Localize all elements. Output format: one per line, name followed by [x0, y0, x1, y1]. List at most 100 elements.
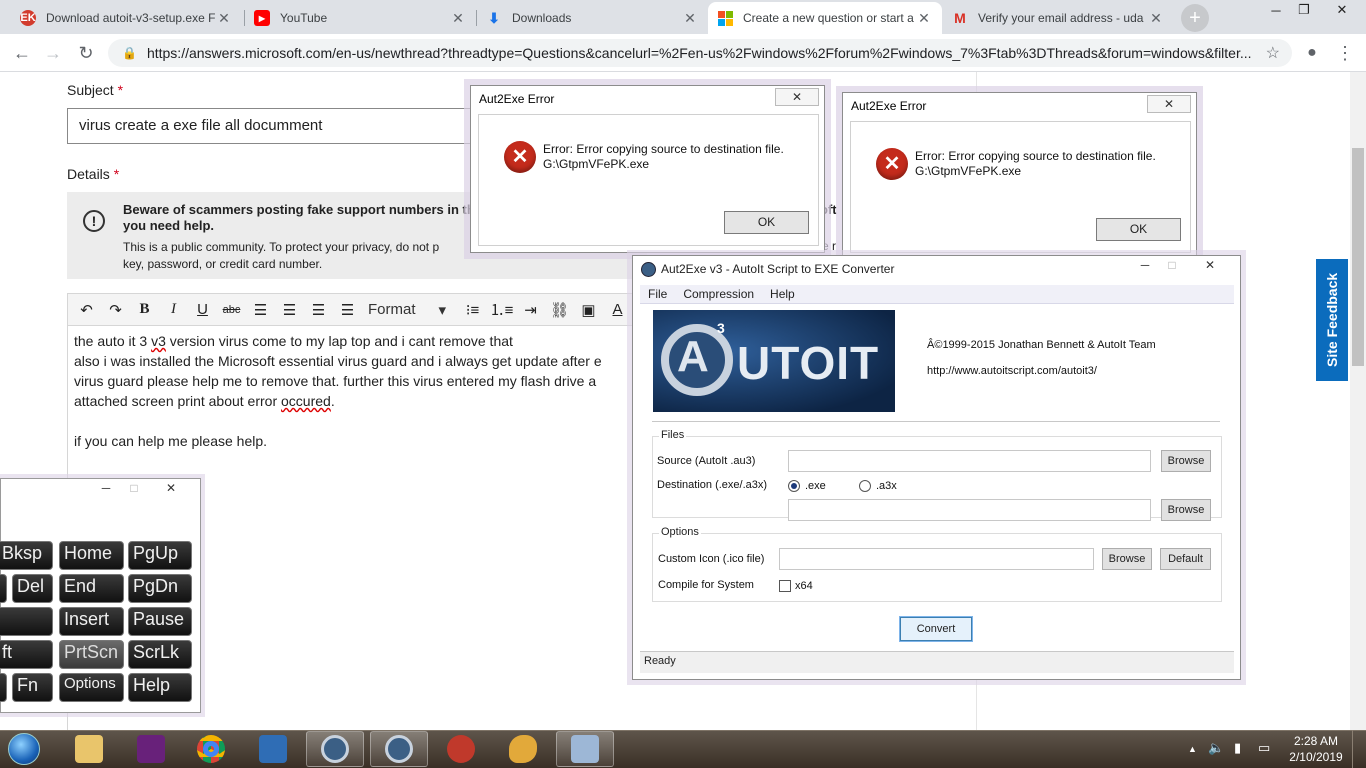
- tab-verify-email[interactable]: M Verify your email address - uda ✕: [942, 2, 1174, 34]
- undo-icon[interactable]: ↶: [72, 296, 101, 324]
- website-link[interactable]: http://www.autoitscript.com/autoit3/: [927, 365, 1097, 377]
- url-text[interactable]: https://answers.microsoft.com/en-us/newt…: [147, 45, 1266, 61]
- taskbar-chrome[interactable]: [182, 731, 240, 767]
- start-button[interactable]: [4, 730, 44, 768]
- key-shift[interactable]: ft: [0, 640, 53, 669]
- key-help[interactable]: Help: [128, 673, 192, 702]
- show-desktop-button[interactable]: [1352, 730, 1366, 768]
- browse-source-button[interactable]: Browse: [1161, 450, 1211, 472]
- redo-icon[interactable]: ↷: [101, 296, 130, 324]
- key-blank[interactable]: [0, 673, 7, 702]
- underline-icon[interactable]: U: [188, 296, 217, 324]
- menu-help[interactable]: Help: [762, 285, 803, 303]
- close-icon[interactable]: ✕: [450, 10, 466, 27]
- new-tab-button[interactable]: +: [1181, 4, 1209, 32]
- key-home[interactable]: Home: [59, 541, 124, 570]
- dialog-close-button[interactable]: ✕: [775, 88, 819, 106]
- key-del[interactable]: Del: [12, 574, 53, 603]
- bullet-list-icon[interactable]: ⁝≡: [458, 296, 487, 324]
- convert-button[interactable]: Convert: [900, 617, 972, 641]
- tab-create-question[interactable]: Create a new question or start a ✕: [708, 2, 942, 34]
- text-color-icon[interactable]: A: [603, 296, 632, 324]
- speaker-icon[interactable]: 🔈: [1208, 740, 1224, 756]
- bookmark-star-icon[interactable]: ☆: [1266, 43, 1280, 63]
- key-insert[interactable]: Insert: [59, 607, 124, 636]
- subject-input[interactable]: virus create a exe file all documment: [67, 108, 487, 144]
- italic-icon[interactable]: I: [159, 296, 188, 324]
- browse-destination-button[interactable]: Browse: [1161, 499, 1211, 521]
- forward-button[interactable]: →: [42, 42, 64, 64]
- strikethrough-icon[interactable]: abc: [217, 296, 246, 324]
- align-left-icon[interactable]: ☰: [246, 296, 275, 324]
- account-icon[interactable]: ●: [1301, 42, 1323, 64]
- radio-exe[interactable]: [788, 480, 800, 492]
- key-fn[interactable]: Fn: [12, 673, 53, 702]
- close-button[interactable]: ✕: [151, 481, 191, 497]
- dialog-close-button[interactable]: ✕: [1147, 95, 1191, 113]
- taskbar-explorer[interactable]: [60, 731, 118, 767]
- key-blank[interactable]: [0, 574, 7, 603]
- bold-icon[interactable]: B: [130, 296, 159, 324]
- source-input[interactable]: [788, 450, 1151, 472]
- ok-button[interactable]: OK: [724, 211, 809, 234]
- menu-compression[interactable]: Compression: [675, 285, 762, 303]
- key-scrlk[interactable]: ScrLk: [128, 640, 192, 669]
- image-icon[interactable]: ▣: [574, 296, 603, 324]
- radio-a3x[interactable]: [859, 480, 871, 492]
- minimize-button[interactable]: ─: [1262, 0, 1290, 20]
- key-options[interactable]: Options: [59, 673, 124, 702]
- tab-youtube[interactable]: ▶ YouTube ✕: [244, 2, 476, 34]
- numbered-list-icon[interactable]: ⒈≡: [487, 296, 516, 324]
- close-icon[interactable]: ✕: [216, 10, 232, 27]
- tray-expand-icon[interactable]: ▲: [1188, 744, 1197, 754]
- custom-icon-input[interactable]: [779, 548, 1094, 570]
- taskbar-network-app[interactable]: [244, 731, 302, 767]
- format-dropdown[interactable]: Format ▾: [362, 301, 452, 319]
- minimize-button[interactable]: ─: [1133, 258, 1157, 274]
- close-icon[interactable]: ✕: [916, 10, 932, 27]
- tab-download-autoit[interactable]: EK Download autoit-v3-setup.exe F ✕: [10, 2, 242, 34]
- keyboard-icon: [571, 735, 599, 763]
- signal-icon[interactable]: ▮: [1234, 740, 1241, 756]
- key-end[interactable]: End: [59, 574, 124, 603]
- justify-icon[interactable]: ☰: [333, 296, 362, 324]
- reload-button[interactable]: ↻: [75, 42, 97, 64]
- menu-icon[interactable]: ⋮: [1334, 42, 1356, 64]
- destination-input[interactable]: [788, 499, 1151, 521]
- menu-file[interactable]: File: [640, 285, 675, 303]
- key-pause[interactable]: Pause: [128, 607, 192, 636]
- x64-checkbox[interactable]: [779, 580, 791, 592]
- align-center-icon[interactable]: ☰: [275, 296, 304, 324]
- link-icon[interactable]: ⛓: [545, 296, 574, 324]
- site-feedback-button[interactable]: Site Feedback: [1316, 259, 1348, 381]
- taskbar-visual-studio[interactable]: [122, 731, 180, 767]
- key-prtscn[interactable]: PrtScn: [59, 640, 124, 669]
- taskbar-autoit-2[interactable]: [370, 731, 428, 767]
- close-icon[interactable]: ✕: [1148, 10, 1164, 27]
- scrollbar-thumb[interactable]: [1352, 148, 1364, 366]
- taskbar-paint[interactable]: [494, 731, 552, 767]
- clock[interactable]: 2:28 AM 2/10/2019: [1284, 733, 1348, 765]
- autoit-icon: [641, 262, 656, 277]
- ok-button[interactable]: OK: [1096, 218, 1181, 241]
- battery-icon[interactable]: ▭: [1258, 740, 1270, 756]
- address-bar[interactable]: 🔒 https://answers.microsoft.com/en-us/ne…: [108, 39, 1292, 67]
- key-blank[interactable]: [0, 607, 53, 636]
- key-backspace[interactable]: Bksp: [0, 541, 53, 570]
- restore-button[interactable]: ❐: [1290, 0, 1318, 20]
- tab-downloads[interactable]: ⬇ Downloads ✕: [476, 2, 708, 34]
- taskbar-autoit-1[interactable]: [306, 731, 364, 767]
- close-window-button[interactable]: ✕: [1322, 0, 1362, 20]
- default-button[interactable]: Default: [1160, 548, 1211, 570]
- indent-icon[interactable]: ⇥: [516, 296, 545, 324]
- close-icon[interactable]: ✕: [682, 10, 698, 27]
- taskbar-keyboard[interactable]: [556, 731, 614, 767]
- back-button[interactable]: ←: [11, 42, 33, 64]
- close-button[interactable]: ✕: [1188, 258, 1232, 274]
- key-pgdn[interactable]: PgDn: [128, 574, 192, 603]
- taskbar-recorder[interactable]: [432, 731, 490, 767]
- minimize-button[interactable]: ─: [93, 481, 119, 497]
- key-pgup[interactable]: PgUp: [128, 541, 192, 570]
- align-right-icon[interactable]: ☰: [304, 296, 333, 324]
- browse-icon-button[interactable]: Browse: [1102, 548, 1152, 570]
